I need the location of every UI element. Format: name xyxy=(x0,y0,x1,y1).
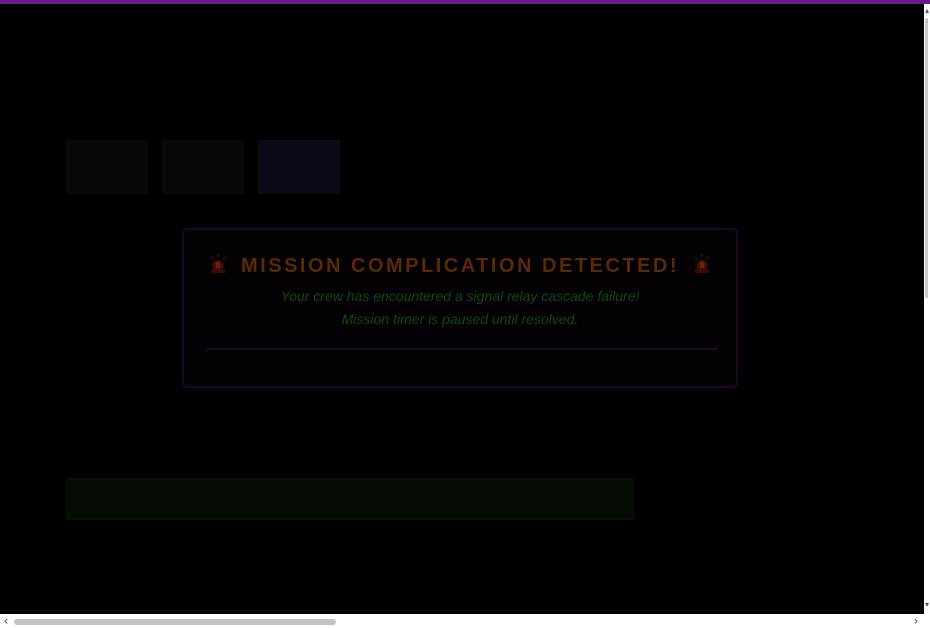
scroll-left-icon[interactable]: ‹ xyxy=(1,615,11,627)
scrollbar-thumb-vertical[interactable] xyxy=(925,18,928,298)
top-accent-bar xyxy=(0,0,930,4)
background-panel xyxy=(66,478,634,520)
modal-title-row: MISSION COMPLICATION DETECTED! xyxy=(184,254,736,278)
mission-complication-modal: MISSION COMPLICATION DETECTED! Your crew… xyxy=(182,228,738,388)
background-tab xyxy=(66,140,148,194)
modal-title: MISSION COMPLICATION DETECTED! xyxy=(241,255,679,277)
modal-divider xyxy=(206,348,718,350)
scrollbar-vertical[interactable]: ▴ ▾ xyxy=(924,0,930,614)
page-viewport: MISSION COMPLICATION DETECTED! Your crew… xyxy=(0,0,924,614)
scrollbar-horizontal[interactable]: ‹ › xyxy=(0,614,930,627)
modal-timer-status: Mission timer is paused until resolved. xyxy=(341,311,579,327)
scroll-down-icon[interactable]: ▾ xyxy=(924,600,930,610)
scrollbar-thumb-horizontal[interactable] xyxy=(14,619,336,625)
background-tabs xyxy=(66,140,340,194)
background-tab xyxy=(162,140,244,194)
siren-icon xyxy=(209,254,227,274)
scroll-right-icon[interactable]: › xyxy=(911,615,921,627)
modal-message: Your crew has encountered a signal relay… xyxy=(280,288,640,304)
siren-icon xyxy=(693,254,711,274)
background-tab xyxy=(258,140,340,194)
scroll-up-icon[interactable]: ▴ xyxy=(924,6,930,16)
